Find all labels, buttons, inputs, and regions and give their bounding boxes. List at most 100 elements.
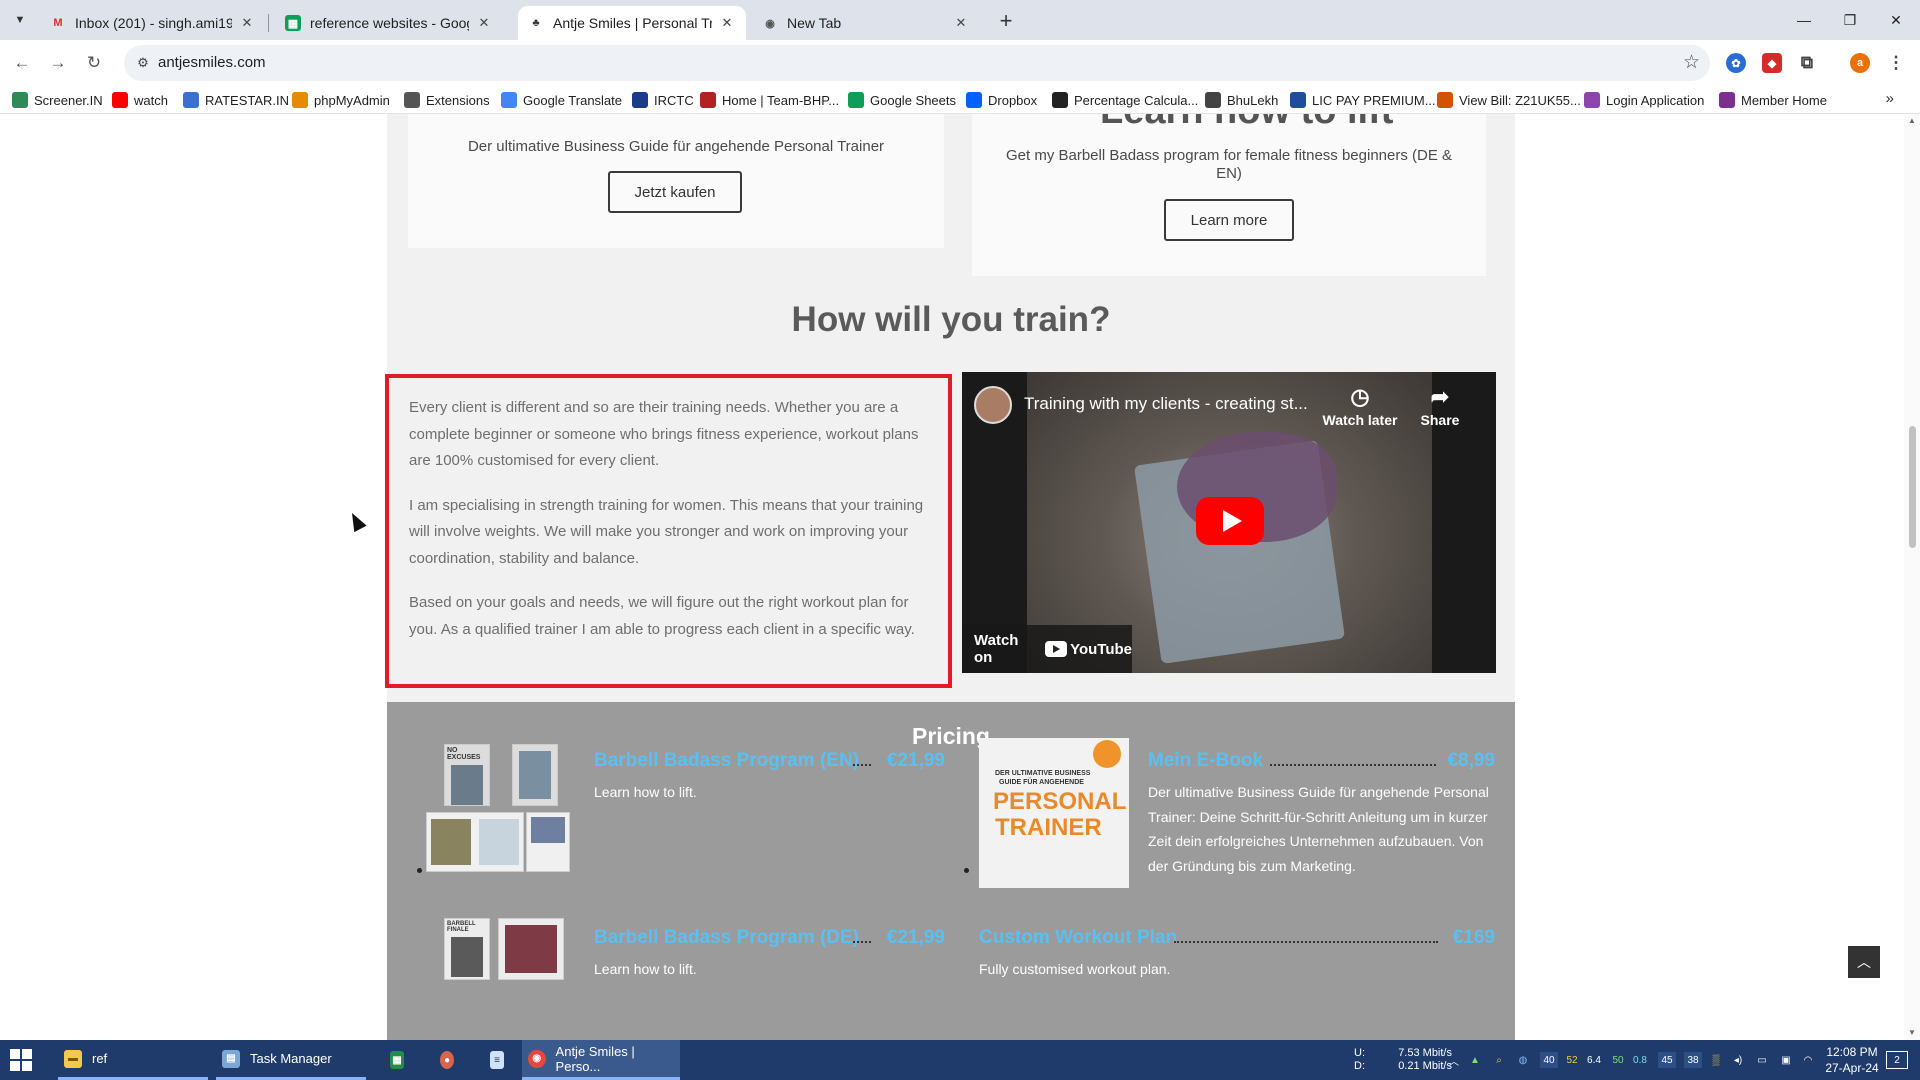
bookmark-item[interactable]: phpMyAdmin — [292, 90, 390, 110]
bookmark-item[interactable]: RATESTAR.IN — [183, 90, 289, 110]
watch-on-youtube-button[interactable]: Watch on YouTube — [962, 625, 1132, 673]
dotted-leader — [853, 941, 871, 943]
watch-later-button[interactable]: ◷ Watch later — [1320, 384, 1400, 428]
close-tab-icon[interactable]: ✕ — [475, 14, 493, 32]
play-button[interactable] — [1196, 497, 1264, 545]
tab-sheets[interactable]: ▦ reference websites - Google S ✕ — [275, 6, 503, 40]
more-bookmarks-chevron-icon[interactable]: » — [1886, 90, 1894, 107]
restore-button[interactable]: ❐ — [1827, 0, 1873, 40]
tab-title: Antje Smiles | Personal Trainin — [553, 15, 712, 31]
program-page-label: BARBELL FINALE — [447, 921, 476, 933]
bookmark-item[interactable]: Google Translate — [501, 90, 622, 110]
close-tab-icon[interactable]: ✕ — [952, 14, 970, 32]
scroll-down-arrow-icon[interactable]: ▼ — [1908, 1028, 1916, 1037]
page-scrollbar[interactable]: ▲ ▼ — [1904, 114, 1920, 1040]
tray-app-icon[interactable]: ▲ — [1467, 1052, 1483, 1068]
youtube-video-embed[interactable]: Training with my clients - creating st..… — [962, 372, 1496, 673]
net-speed: 7.53 Mbit/s 0.21 Mbit/s — [1382, 1040, 1452, 1080]
extension-icon[interactable]: ✿ — [1726, 53, 1746, 73]
share-button[interactable]: ➦ Share — [1400, 384, 1480, 428]
bookmark-item[interactable]: LIC PAY PREMIUM... — [1290, 90, 1436, 110]
bookmark-favicon-icon — [632, 92, 648, 108]
learn-more-button[interactable]: Learn more — [1164, 199, 1294, 241]
bookmark-item[interactable]: IRCTC — [632, 90, 694, 110]
program-en-image[interactable]: NO EXCUSES — [426, 742, 571, 874]
video-title[interactable]: Training with my clients - creating st..… — [1024, 394, 1308, 414]
scroll-up-arrow-icon[interactable]: ▲ — [1908, 116, 1916, 125]
bookmark-item[interactable]: Dropbox — [966, 90, 1037, 110]
menu-kebab-icon[interactable]: ⋮ — [1886, 53, 1906, 73]
tab-gmail[interactable]: M Inbox (201) - singh.ami1996@g ✕ — [40, 6, 266, 40]
scrollbar-thumb[interactable] — [1909, 426, 1916, 548]
taskbar-item-ref[interactable]: ▬ ref — [58, 1040, 208, 1080]
price-item-price: €8,99 — [1447, 750, 1495, 771]
bookmark-favicon-icon — [700, 92, 716, 108]
net-up-label: U: — [1354, 1047, 1365, 1059]
tab-strip: ▼ M Inbox (201) - singh.ami1996@g ✕ ▦ re… — [0, 0, 1920, 40]
tray-number: 6.4 — [1587, 1054, 1601, 1066]
bookmark-item[interactable]: Extensions — [404, 90, 490, 110]
program-de-image[interactable]: BARBELL FINALE — [426, 914, 571, 1040]
notification-center-button[interactable]: 2 — [1886, 1051, 1908, 1069]
close-tab-icon[interactable]: ✕ — [718, 14, 736, 32]
price-item-name[interactable]: Mein E-Book — [1148, 750, 1263, 772]
tab-title: New Tab — [787, 15, 842, 31]
taskbar-app[interactable]: ● — [434, 1040, 464, 1080]
buy-now-button[interactable]: Jetzt kaufen — [608, 171, 742, 213]
spreadsheet-icon: ▦ — [390, 1051, 404, 1069]
back-to-top-button[interactable]: ︿ — [1848, 946, 1880, 978]
bookmark-item[interactable]: Home | Team-BHP... — [700, 90, 839, 110]
close-window-button[interactable]: ✕ — [1873, 0, 1919, 40]
bookmark-item[interactable]: Screener.IN — [12, 90, 103, 110]
price-item-name[interactable]: Barbell Badass Program (EN) — [594, 750, 859, 772]
volume-icon[interactable]: ◂) — [1730, 1052, 1746, 1068]
close-tab-icon[interactable]: ✕ — [238, 14, 256, 32]
shield-extension-icon[interactable]: ◆ — [1762, 53, 1782, 73]
tab-antje-smiles[interactable]: ♣ Antje Smiles | Personal Trainin ✕ — [518, 6, 746, 40]
bookmark-item[interactable]: View Bill: Z21UK55... — [1437, 90, 1581, 110]
bookmark-item[interactable]: watch — [112, 90, 168, 110]
bookmark-item[interactable]: Percentage Calcula... — [1052, 90, 1198, 110]
battery-icon[interactable]: ▭ — [1754, 1052, 1770, 1068]
taskbar-item-chrome[interactable]: ◉ Antje Smiles | Perso... — [522, 1040, 680, 1080]
wifi-icon[interactable]: ◠ — [1800, 1052, 1816, 1068]
network-icon[interactable]: ▣ — [1778, 1052, 1794, 1068]
search-icon[interactable]: ⌕ — [1491, 1052, 1507, 1068]
bookmark-item[interactable]: Member Home — [1719, 90, 1827, 110]
watch-on-label: Watch on — [974, 632, 1019, 666]
taskbar-notepad-app[interactable]: ≡ — [484, 1040, 514, 1080]
list-bullet — [964, 868, 969, 873]
back-button[interactable]: ← — [9, 50, 35, 76]
net-down-speed: 0.21 Mbit/s — [1398, 1060, 1452, 1072]
price-item-name[interactable]: Custom Workout Plan — [979, 927, 1177, 949]
minimize-button[interactable]: — — [1781, 0, 1827, 40]
tab-new-tab[interactable]: ◉ New Tab ✕ — [752, 6, 980, 40]
clock[interactable]: 12:08 PM 27-Apr-24 — [1818, 1040, 1886, 1080]
taskbar-item-label: ref — [92, 1051, 108, 1066]
taskbar-sheets-app[interactable]: ▦ — [384, 1040, 414, 1080]
tab-title: reference websites - Google S — [310, 15, 469, 31]
taskbar-item-task-manager[interactable]: ▤ Task Manager — [216, 1040, 366, 1080]
address-bar[interactable]: ⚙ antjesmiles.com ☆ — [124, 45, 1710, 81]
program-page-photo — [451, 937, 483, 977]
forward-button[interactable]: → — [45, 50, 71, 76]
extensions-puzzle-icon[interactable]: ⧉ — [1797, 53, 1817, 73]
ebook-cover-image[interactable]: DER ULTIMATIVE BUSINESS GUIDE FÜR ANGEHE… — [979, 738, 1129, 888]
show-hidden-icons[interactable]: ︿ — [1446, 1052, 1462, 1068]
bookmark-item[interactable]: BhuLekh — [1205, 90, 1278, 110]
tray-chart-icon[interactable]: ▒ — [1708, 1052, 1724, 1068]
bookmark-star-icon[interactable]: ☆ — [1683, 51, 1700, 74]
new-tab-button[interactable]: + — [993, 8, 1019, 34]
bookmark-item[interactable]: Login Application — [1584, 90, 1704, 110]
windows-start-button[interactable] — [10, 1049, 32, 1071]
bookmark-label: Dropbox — [988, 92, 1038, 108]
channel-avatar[interactable] — [974, 386, 1012, 424]
bookmark-item[interactable]: Google Sheets — [848, 90, 956, 110]
reload-button[interactable]: ↻ — [81, 50, 107, 76]
tray-globe-icon[interactable]: ◍ — [1515, 1052, 1531, 1068]
site-info-icon[interactable]: ⚙ — [134, 54, 152, 72]
price-item-name[interactable]: Barbell Badass Program (DE) — [594, 927, 859, 949]
tray-number: 38 — [1684, 1052, 1702, 1068]
tab-search-button[interactable]: ▼ — [8, 8, 32, 32]
profile-avatar[interactable]: a — [1850, 53, 1870, 73]
